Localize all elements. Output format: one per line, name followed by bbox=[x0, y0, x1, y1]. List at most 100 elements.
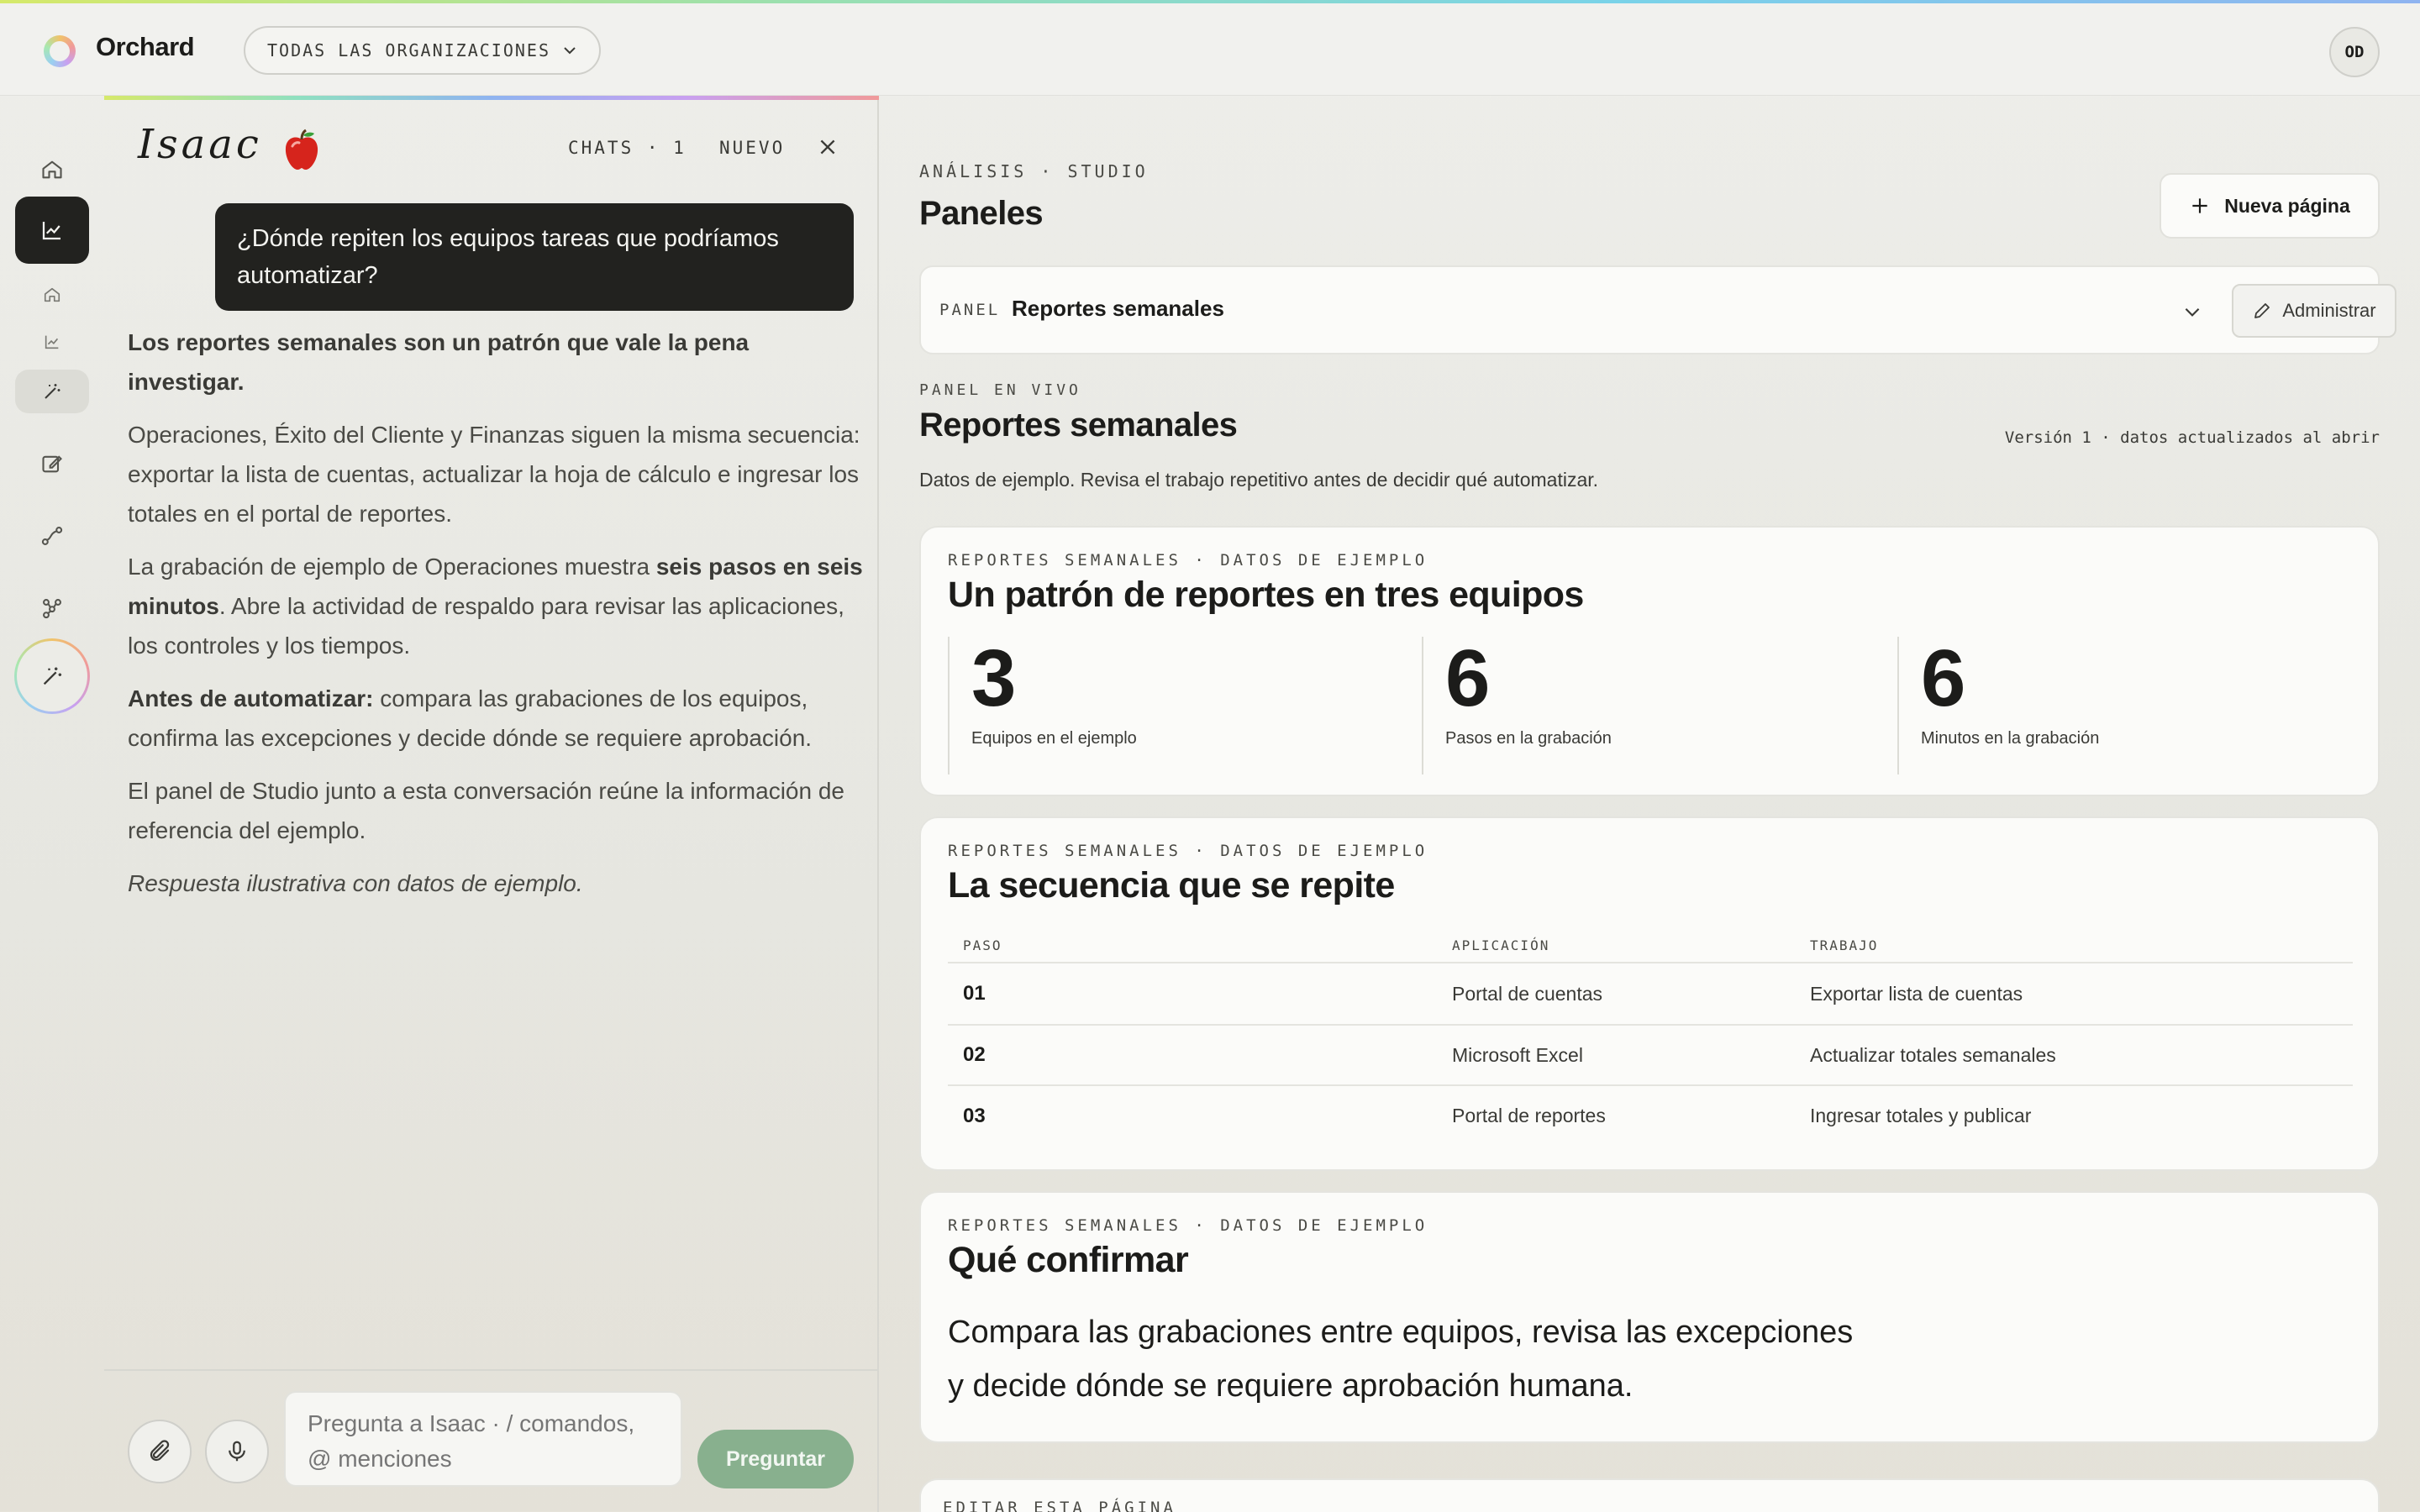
new-page-button[interactable]: Nueva página bbox=[2160, 173, 2380, 239]
apple-icon bbox=[285, 129, 318, 170]
panel-label: PANEL bbox=[939, 301, 1001, 319]
chevron-down-icon bbox=[564, 47, 576, 55]
stat-teams: 3 Equipos en el ejemplo bbox=[948, 637, 1137, 774]
chat-pane: Isaac CHATS · 1 NUEVO ¿Dónde repiten los… bbox=[104, 96, 879, 1512]
rail-flow-button[interactable] bbox=[15, 511, 89, 561]
card-eyebrow: EDITAR ESTA PÁGINA bbox=[943, 1499, 1176, 1512]
breadcrumb: ANÁLISIS · STUDIO bbox=[919, 161, 1149, 181]
live-panel-title: Reportes semanales bbox=[919, 407, 1238, 444]
answer-paragraph: El panel de Studio junto a esta conversa… bbox=[128, 778, 844, 843]
table-row: 01 Portal de cuentas Exportar lista de c… bbox=[948, 963, 2353, 1025]
stat-label: Pasos en la grabación bbox=[1445, 729, 1612, 748]
chevron-down-icon[interactable] bbox=[2181, 301, 2203, 323]
chart-icon bbox=[45, 335, 59, 349]
panel-selector: PANEL Reportes semanales Administrar bbox=[919, 265, 2396, 354]
step-work: Ingresar totales y publicar bbox=[1810, 1105, 2032, 1126]
network-icon bbox=[43, 599, 61, 619]
orchard-logo-icon bbox=[44, 35, 76, 67]
table-header-row: PASO APLICACIÓN TRABAJO bbox=[948, 929, 2353, 963]
attach-button[interactable] bbox=[128, 1420, 192, 1483]
live-panel-label: PANEL EN VIVO bbox=[919, 381, 1081, 399]
rail-sub-studio-button[interactable] bbox=[15, 370, 89, 413]
table-row: 03 Portal de reportes Ingresar totales y… bbox=[948, 1085, 2353, 1146]
step-number: 03 bbox=[963, 1104, 986, 1127]
card-title: Qué confirmar bbox=[948, 1240, 1189, 1280]
user-message: ¿Dónde repiten los equipos tareas que po… bbox=[215, 203, 854, 311]
answer-text: La grabación de ejemplo de Operaciones m… bbox=[128, 554, 656, 580]
microphone-icon bbox=[229, 1441, 245, 1462]
panel-dropdown[interactable]: Reportes semanales bbox=[1012, 296, 1224, 322]
chart-icon bbox=[42, 222, 60, 240]
rail-isaac-inner bbox=[17, 641, 87, 711]
new-chat-button[interactable]: NUEVO bbox=[719, 138, 785, 158]
answer-disclaimer: Respuesta ilustrativa con datos de ejemp… bbox=[128, 870, 583, 896]
stat-value: 6 bbox=[1445, 633, 1491, 723]
rail-sub-home-button[interactable] bbox=[15, 276, 89, 314]
flow-icon bbox=[41, 527, 63, 545]
answer-headline: Los reportes semanales son un patrón que… bbox=[128, 329, 750, 395]
rail-network-button[interactable] bbox=[15, 583, 89, 633]
card-eyebrow: REPORTES SEMANALES · DATOS DE EJEMPLO bbox=[948, 1216, 1428, 1235]
answer-paragraph: Los reportes semanales son un patrón que… bbox=[128, 323, 867, 402]
step-work: Exportar lista de cuentas bbox=[1810, 982, 2023, 1005]
answer-paragraph: Antes de automatizar: compara las grabac… bbox=[128, 679, 867, 758]
rail-edit-button[interactable] bbox=[15, 438, 89, 489]
ask-button[interactable]: Preguntar bbox=[697, 1430, 854, 1488]
card-title: La secuencia que se repite bbox=[948, 865, 1395, 906]
version-info: Versión 1 · datos actualizados al abrir bbox=[2004, 428, 2380, 447]
page-title: Paneles bbox=[919, 195, 1044, 232]
new-page-label: Nueva página bbox=[2224, 194, 2350, 217]
rail-sub-chart-button[interactable] bbox=[15, 323, 89, 361]
stat-label: Minutos en la grabación bbox=[1921, 729, 2100, 748]
microphone-button[interactable] bbox=[205, 1420, 269, 1483]
close-icon[interactable] bbox=[817, 136, 839, 158]
composer-divider bbox=[104, 1369, 879, 1371]
left-rail bbox=[0, 96, 104, 1512]
rail-analytics-button[interactable] bbox=[15, 197, 89, 264]
studio-main: ANÁLISIS · STUDIO Paneles Nueva página P… bbox=[881, 96, 2420, 1512]
assistant-answer: Los reportes semanales son un patrón que… bbox=[128, 323, 867, 916]
pencil-icon bbox=[2254, 303, 2270, 318]
assistant-name: Isaac bbox=[138, 121, 262, 168]
chats-count-button[interactable]: CHATS · 1 bbox=[568, 138, 687, 158]
magic-wand-icon bbox=[43, 667, 62, 685]
plus-icon bbox=[2192, 198, 2207, 213]
org-selector[interactable]: TODAS LAS ORGANIZACIONES bbox=[244, 26, 601, 75]
home-icon bbox=[42, 160, 62, 179]
card-title: Un patrón de reportes en tres equipos bbox=[948, 575, 1584, 615]
magic-wand-icon bbox=[45, 384, 60, 399]
chat-input[interactable] bbox=[284, 1391, 682, 1487]
edit-icon bbox=[42, 455, 62, 473]
org-selector-label: TODAS LAS ORGANIZACIONES bbox=[267, 40, 550, 60]
answer-emphasis: Antes de automatizar: bbox=[128, 685, 374, 711]
manage-button[interactable]: Administrar bbox=[2232, 284, 2396, 338]
step-work: Actualizar totales semanales bbox=[1810, 1043, 2056, 1066]
stats-card: REPORTES SEMANALES · DATOS DE EJEMPLO Un… bbox=[919, 526, 2380, 796]
avatar[interactable]: OD bbox=[2329, 27, 2380, 77]
column-header: APLICACIÓN bbox=[1452, 937, 1550, 953]
step-app: Microsoft Excel bbox=[1452, 1043, 1583, 1066]
stat-steps: 6 Pasos en la grabación bbox=[1422, 637, 1612, 774]
home-icon bbox=[44, 287, 60, 302]
stat-minutes: 6 Minutos en la grabación bbox=[1897, 637, 2099, 774]
step-number: 01 bbox=[963, 982, 986, 1005]
card-eyebrow: REPORTES SEMANALES · DATOS DE EJEMPLO bbox=[948, 551, 1428, 570]
step-app: Portal de cuentas bbox=[1452, 982, 1603, 1005]
card-body: Compara las grabaciones entre equipos, r… bbox=[948, 1315, 1854, 1404]
stat-value: 6 bbox=[1921, 633, 1966, 723]
stat-value: 3 bbox=[971, 633, 1017, 723]
panel-description: Datos de ejemplo. Revisa el trabajo repe… bbox=[919, 469, 1599, 491]
rail-home-button[interactable] bbox=[15, 138, 89, 202]
answer-paragraph: La grabación de ejemplo de Operaciones m… bbox=[128, 547, 867, 665]
rail-isaac-button[interactable] bbox=[14, 638, 90, 714]
answer-paragraph: Operaciones, Éxito del Cliente y Finanza… bbox=[128, 422, 860, 527]
manage-label: Administrar bbox=[2282, 300, 2376, 321]
stat-label: Equipos en el ejemplo bbox=[971, 729, 1137, 748]
sequence-table: PASO APLICACIÓN TRABAJO 01 Portal de cue… bbox=[948, 929, 2353, 1146]
table-row: 02 Microsoft Excel Actualizar totales se… bbox=[948, 1025, 2353, 1085]
card-eyebrow: REPORTES SEMANALES · DATOS DE EJEMPLO bbox=[948, 842, 1428, 860]
confirm-card: REPORTES SEMANALES · DATOS DE EJEMPLO Qu… bbox=[919, 1191, 2380, 1443]
column-header: PASO bbox=[963, 937, 1002, 953]
edit-page-card: EDITAR ESTA PÁGINA bbox=[919, 1478, 2380, 1512]
top-bar: Orchard TODAS LAS ORGANIZACIONES OD bbox=[0, 3, 2420, 96]
